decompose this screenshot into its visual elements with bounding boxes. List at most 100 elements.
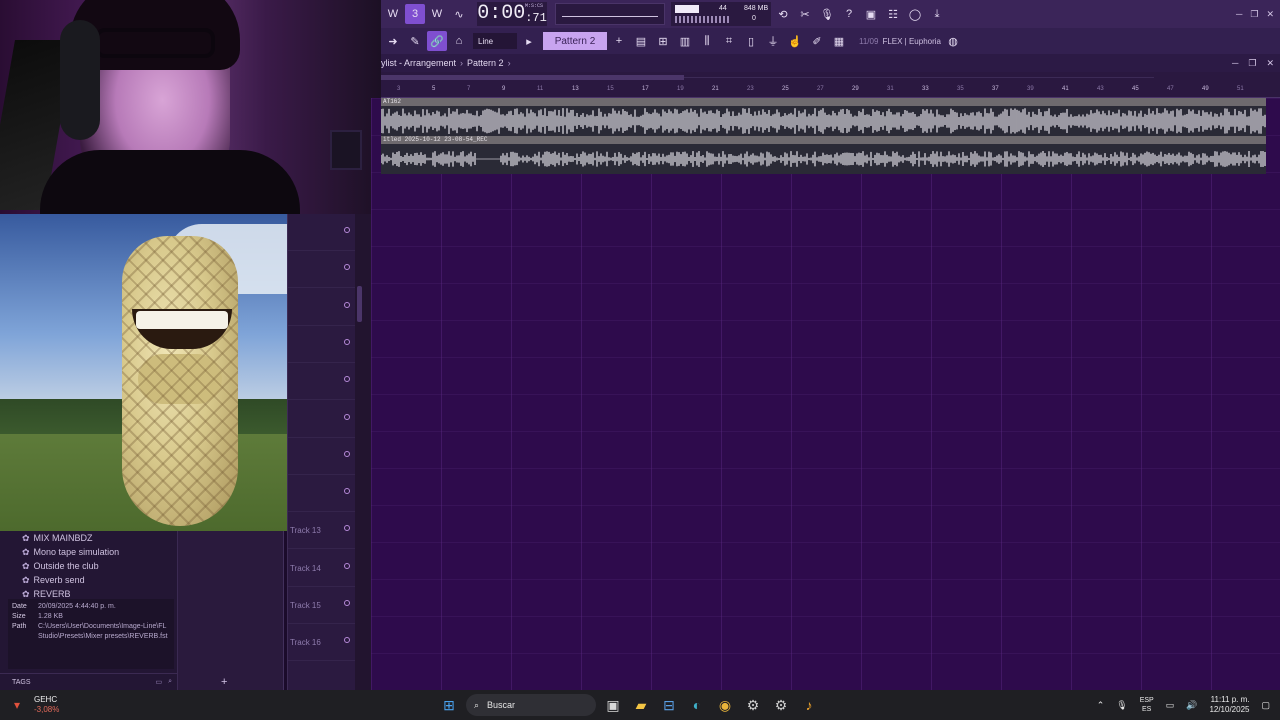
playlist-icon[interactable]: ▤ [631, 31, 651, 51]
plugin-icon[interactable]: ⌗ [719, 31, 739, 51]
chrome-icon[interactable]: ◉ [714, 694, 736, 716]
chevron-right-icon[interactable]: ▸ [519, 31, 539, 51]
clip-1-waveform [381, 108, 1266, 134]
browser-item[interactable]: ✿ Outside the club [0, 559, 177, 573]
record-mode-icon[interactable]: W [427, 4, 447, 24]
playlist-close-icon[interactable]: ✕ [1266, 58, 1274, 69]
mic-tray-icon[interactable]: 🎙 [1116, 700, 1127, 711]
settings-icon[interactable]: ⚙ [770, 694, 792, 716]
track-header[interactable] [288, 401, 356, 438]
audio-clip-2[interactable]: itled 2025-10-12 23-08-54_REC [381, 136, 1266, 174]
track-header[interactable] [288, 363, 356, 401]
stamp-icon[interactable]: ⌂ [449, 31, 469, 51]
snap-select[interactable]: Line [473, 33, 517, 49]
brush-icon[interactable]: ✐ [807, 31, 827, 51]
playlist-pattern[interactable]: Pattern 2 [467, 58, 504, 68]
track-mute-icon[interactable] [344, 338, 350, 345]
tempo-tap-icon[interactable]: W [383, 4, 403, 24]
search-icon[interactable]: ⌕ [168, 678, 172, 686]
volume-icon[interactable]: 🔊 [1186, 700, 1197, 711]
timeline-ruler[interactable]: 3 5 7 9 11 13 15 17 19 21 23 25 27 29 31 33 35 37 39 41 43 45… [381, 72, 1280, 98]
info-path-key: Path [12, 623, 27, 630]
clock[interactable]: 11:11 p. m. 12/10/2025 [1209, 695, 1249, 715]
arrow-right-icon[interactable]: ➜ [383, 31, 403, 51]
browser-item[interactable]: ✿ Reverb send [0, 573, 177, 587]
track-header[interactable]: Track 14 [288, 550, 356, 587]
language-indicator[interactable]: ESP ES [1140, 696, 1154, 714]
track-header[interactable] [288, 251, 356, 289]
close-icon[interactable]: ✕ [1266, 9, 1274, 20]
tray-chevron-icon[interactable]: ⌃ [1097, 700, 1105, 711]
taskbar-search[interactable]: ⌕ Buscar [466, 694, 596, 716]
piano-roll-icon[interactable]: ▥ [675, 31, 695, 51]
track-header[interactable] [288, 289, 356, 326]
browser-icon[interactable]: ▯ [741, 31, 761, 51]
browser-item-label: Reverb send [33, 575, 85, 585]
track-mute-icon[interactable] [344, 413, 350, 420]
track-header[interactable] [288, 326, 356, 363]
track-header[interactable]: Track 15 [288, 587, 356, 624]
store-icon[interactable]: ⊟ [658, 694, 680, 716]
mixer-faders-icon[interactable]: ⫼ [697, 31, 717, 51]
track-mute-icon[interactable] [344, 227, 350, 233]
track-mute-icon[interactable] [344, 488, 350, 495]
microphone-icon[interactable]: 🎙 [817, 4, 837, 24]
globe-icon[interactable]: ◍ [943, 31, 963, 51]
cut-icon[interactable]: ✂ [795, 4, 815, 24]
browser-item[interactable]: ✿ Mono tape simulation [0, 545, 177, 559]
ruler-number: 21 [712, 86, 719, 92]
loop-mode-icon[interactable]: ∿ [449, 4, 469, 24]
track-mute-icon[interactable] [344, 376, 350, 383]
track-mute-icon[interactable] [344, 600, 350, 606]
playlist-restore-icon[interactable]: ❐ [1248, 58, 1256, 69]
notifications-icon[interactable]: ▢ [1261, 700, 1270, 711]
track-mute-icon[interactable] [344, 450, 350, 457]
track-header[interactable] [288, 214, 356, 251]
mixer-icon[interactable]: ☷ [883, 4, 903, 24]
track-mute-icon[interactable] [344, 562, 350, 569]
steam-icon[interactable]: ⚙ [742, 694, 764, 716]
add-button[interactable]: + [221, 676, 227, 688]
audio-clip-1[interactable]: AT162 [381, 98, 1266, 136]
minimize-icon[interactable]: ─ [1236, 9, 1242, 20]
touch-icon[interactable]: ☝ [785, 31, 805, 51]
windows-start-icon[interactable]: ⊞ [438, 694, 460, 716]
edge-icon[interactable]: ◐ [686, 694, 708, 716]
fl-studio-icon[interactable]: ♪ [798, 694, 820, 716]
ruler-number: 19 [677, 86, 684, 92]
pattern-selector[interactable]: Pattern 2 [543, 32, 607, 50]
track-header[interactable] [288, 475, 356, 513]
network-icon[interactable]: ▭ [1166, 700, 1175, 711]
link-icon[interactable]: 🔗 [427, 31, 447, 51]
channel-rack-icon[interactable]: ⊞ [653, 31, 673, 51]
cart-icon[interactable]: ▦ [829, 31, 849, 51]
undo-history-icon[interactable]: ⟲ [773, 4, 793, 24]
plug-icon[interactable]: ⏚ [763, 31, 783, 51]
track-mute-icon[interactable] [344, 301, 350, 308]
track-mute-icon[interactable] [344, 637, 350, 644]
track-header[interactable]: Track 13 [288, 512, 356, 550]
horizontal-scrollbar[interactable] [381, 75, 684, 80]
track-header[interactable]: Track 16 [288, 624, 356, 662]
browser-item[interactable]: ✿ MIX MAINBDZ [0, 531, 177, 545]
track-scroll-thumb[interactable] [357, 286, 362, 322]
task-view-icon[interactable]: ▣ [602, 694, 624, 716]
add-pattern-icon[interactable]: + [609, 31, 629, 51]
chat-icon[interactable]: ◯ [905, 4, 925, 24]
help-icon[interactable]: ? [839, 4, 859, 24]
playlist-grid[interactable] [371, 98, 1280, 690]
pencil-icon[interactable]: ✎ [405, 31, 425, 51]
track-scroller[interactable] [355, 214, 371, 690]
pattern-mode-icon[interactable]: 3 [405, 4, 425, 24]
playlist-minimize-icon[interactable]: ─ [1232, 58, 1238, 69]
track-mute-icon[interactable] [344, 525, 350, 532]
folder-icon[interactable]: ▭ [155, 678, 162, 686]
file-explorer-icon[interactable]: ▰ [630, 694, 652, 716]
save-icon[interactable]: ▣ [861, 4, 881, 24]
preset-icon: ✿ [22, 588, 30, 599]
download-icon[interactable]: ⤓ [927, 4, 947, 24]
track-mute-icon[interactable] [344, 264, 350, 271]
track-header[interactable] [288, 438, 356, 475]
stock-widget[interactable]: ▾ GEHC -3,08% [14, 695, 59, 715]
restore-icon[interactable]: ❐ [1250, 9, 1258, 20]
